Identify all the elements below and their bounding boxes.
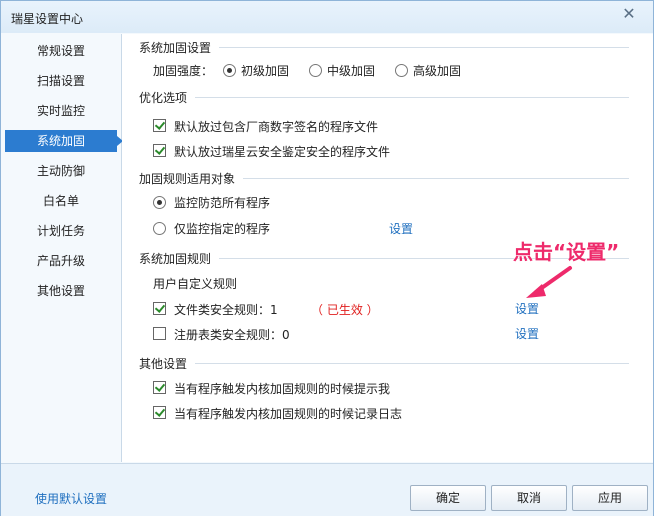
sidebar-item-realtime[interactable]: 实时监控 (5, 100, 117, 122)
sidebar-item-general[interactable]: 常规设置 (5, 40, 117, 62)
divider (219, 47, 629, 48)
sidebar-item-other[interactable]: 其他设置 (5, 280, 117, 302)
log-events-label: 当有程序触发内核加固规则的时候记录日志 (174, 407, 403, 421)
sidebar-item-scan[interactable]: 扫描设置 (5, 70, 117, 92)
radio-basic[interactable] (223, 64, 236, 77)
sidebar: 常规设置 扫描设置 实时监控 系统加固 主动防御 白名单 计划任务 产品升级 其… (1, 34, 123, 462)
radio-advanced-label: 高级加固 (413, 64, 462, 78)
section-title-other: 其他设置 (139, 357, 188, 371)
close-icon[interactable]: ✕ (615, 5, 643, 23)
checkbox-cloud-safe-label: 默认放过瑞星云安全鉴定安全的程序文件 (174, 145, 391, 159)
cancel-button[interactable]: 取消 (491, 485, 567, 511)
annotation-arrow-icon (526, 266, 572, 298)
title-bar: 瑞星设置中心 ✕ (1, 1, 653, 33)
checkbox-log-events[interactable] (153, 406, 166, 419)
file-rules-settings-link[interactable]: 设置 (515, 300, 539, 317)
checkbox-cloud-safe[interactable] (153, 144, 166, 157)
radio-medium[interactable] (309, 64, 322, 77)
radio-specific-programs[interactable] (153, 222, 166, 235)
section-title-rules: 系统加固规则 (139, 252, 212, 266)
settings-window: 瑞星设置中心 ✕ 常规设置 扫描设置 实时监控 系统加固 主动防御 白名单 计划… (0, 0, 654, 516)
custom-rules-label: 用户自定义规则 (153, 277, 238, 291)
checkbox-registry-rules[interactable] (153, 327, 166, 340)
apply-button[interactable]: 应用 (572, 485, 648, 511)
radio-basic-label: 初级加固 (241, 64, 290, 78)
footer-bar: 使用默认设置 确定 取消 应用 (1, 463, 653, 516)
radio-medium-label: 中级加固 (327, 64, 376, 78)
file-rules-label: 文件类安全规则：1 (174, 303, 278, 317)
divider (195, 97, 629, 98)
radio-all-programs[interactable] (153, 196, 166, 209)
file-rules-status: （ 已生效 ） (311, 303, 379, 317)
section-title-target: 加固规则适用对象 (139, 172, 236, 186)
window-title: 瑞星设置中心 (11, 12, 84, 26)
radio-all-programs-label: 监控防范所有程序 (174, 196, 271, 210)
section-title-optimize: 优化选项 (139, 91, 188, 105)
checkbox-vendor-signature[interactable] (153, 119, 166, 132)
sidebar-item-active-defense[interactable]: 主动防御 (5, 160, 117, 182)
section-title-reinforce: 系统加固设置 (139, 41, 212, 55)
radio-advanced[interactable] (395, 64, 408, 77)
registry-rules-settings-link[interactable]: 设置 (515, 325, 539, 342)
sidebar-item-upgrade[interactable]: 产品升级 (5, 250, 117, 272)
divider (243, 178, 629, 179)
content-panel: 系统加固设置 加固强度： 初级加固 中级加固 高级加固 优化选项 默认放过包含厂… (122, 34, 653, 462)
checkbox-file-rules[interactable] (153, 302, 166, 315)
annotation-text: 点击“设置” (513, 240, 620, 264)
notify-me-label: 当有程序触发内核加固规则的时候提示我 (174, 382, 391, 396)
radio-specific-programs-label: 仅监控指定的程序 (174, 222, 271, 236)
divider (195, 363, 629, 364)
ok-button[interactable]: 确定 (410, 485, 486, 511)
registry-rules-label: 注册表类安全规则：0 (174, 328, 290, 342)
target-settings-link[interactable]: 设置 (389, 220, 413, 237)
checkbox-notify-me[interactable] (153, 381, 166, 394)
use-default-settings-link[interactable]: 使用默认设置 (35, 490, 107, 507)
strength-label: 加固强度： (153, 64, 214, 78)
sidebar-item-whitelist[interactable]: 白名单 (5, 190, 117, 212)
sidebar-item-system-reinforce[interactable]: 系统加固 (5, 130, 123, 152)
sidebar-item-schedule[interactable]: 计划任务 (5, 220, 117, 242)
checkbox-vendor-signature-label: 默认放过包含厂商数字签名的程序文件 (174, 120, 379, 134)
